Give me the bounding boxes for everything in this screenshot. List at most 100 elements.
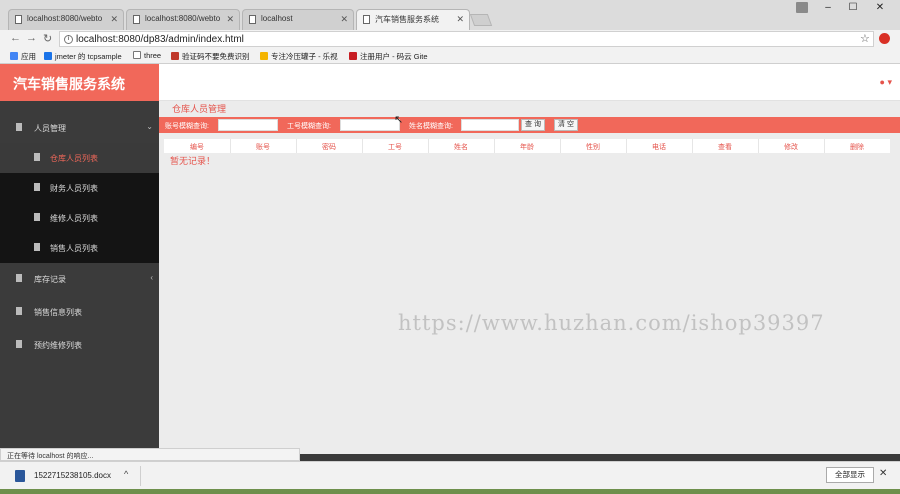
file-icon bbox=[34, 153, 40, 161]
address-toolbar: ← → ↻ i localhost:8080/dp83/admin/index.… bbox=[0, 30, 900, 48]
tab-label: localhost bbox=[261, 14, 293, 23]
column-header: 姓名 bbox=[454, 144, 468, 151]
file-icon bbox=[16, 340, 22, 348]
page-icon bbox=[363, 15, 370, 24]
search-button[interactable]: 查 询 bbox=[521, 119, 545, 131]
column-header: 工号 bbox=[388, 144, 402, 151]
bookmark-label: 专注冷压罐子 - 乐视 bbox=[271, 52, 338, 61]
sidebar-item-label: 人员管理 bbox=[34, 124, 66, 133]
divider bbox=[140, 466, 141, 486]
bookmark-label: three bbox=[144, 51, 162, 60]
maximize-icon[interactable]: ☐ bbox=[845, 2, 861, 16]
column-header: 账号 bbox=[256, 144, 270, 151]
sidebar-item-sales-staff[interactable]: 销售人员列表 bbox=[0, 233, 159, 263]
empty-state-text: 暂无记录！ bbox=[170, 156, 216, 166]
chevron-left-icon: ‹ bbox=[150, 273, 153, 282]
bookmark-label: 注册用户 - 码云 Gite bbox=[360, 52, 428, 61]
url-field[interactable]: i localhost:8080/dp83/admin/index.html bbox=[59, 31, 874, 47]
bookmark-item[interactable]: 注册用户 - 码云 Gite bbox=[349, 51, 428, 62]
file-icon bbox=[16, 307, 22, 315]
filter-bar: 账号模糊查询: 工号模糊查询: 姓名模糊查询: 查 询 清 空 bbox=[159, 117, 900, 133]
download-shelf: 1522715238105.docx ^ 全部显示 ✕ bbox=[0, 461, 900, 489]
profile-icon[interactable] bbox=[796, 2, 808, 13]
sidebar-item-inventory[interactable]: 库存记录 ‹ bbox=[0, 264, 159, 294]
tab-label: 汽车销售服务系统 bbox=[375, 15, 439, 24]
tab-label: localhost:8080/webto bbox=[27, 14, 103, 23]
bookmark-label: 验证码不要免费识别 bbox=[182, 52, 250, 61]
sidebar-item-finance-staff[interactable]: 财务人员列表 bbox=[0, 173, 159, 203]
close-icon[interactable]: ✕ bbox=[879, 468, 887, 479]
page-icon bbox=[133, 15, 140, 24]
watermark-text: https://www.huzhan.com/ishop39397 bbox=[398, 311, 825, 335]
url-text: localhost:8080/dp83/admin/index.html bbox=[76, 34, 244, 45]
minimize-icon[interactable]: – bbox=[820, 2, 836, 16]
user-menu-icon[interactable]: ● ▾ bbox=[880, 77, 892, 88]
sidebar-item-repair-staff[interactable]: 维修人员列表 bbox=[0, 203, 159, 233]
file-icon bbox=[34, 213, 40, 221]
column-header: 年龄 bbox=[520, 144, 534, 151]
info-icon[interactable]: i bbox=[64, 35, 73, 44]
table-header: 编号 账号 密码 工号 姓名 年龄 性别 电话 查看 修改 删除 bbox=[164, 139, 890, 153]
app-viewport: 汽车销售服务系统 ● ▾ 人员管理 ⌄ 仓库人员列表 财务人员列表 维修人员列表… bbox=[0, 64, 900, 454]
bookmarks-bar: 应用 jmeter 的 tcpsample three 验证码不要免费识别 专注… bbox=[0, 48, 900, 64]
chevron-up-icon[interactable]: ^ bbox=[124, 469, 128, 479]
bookmark-label: 应用 bbox=[21, 52, 36, 61]
sidebar-item-label: 库存记录 bbox=[34, 275, 66, 284]
sidebar-item-label: 销售信息列表 bbox=[34, 308, 82, 317]
site-icon bbox=[171, 52, 179, 60]
sidebar-item-label: 仓库人员列表 bbox=[50, 154, 98, 163]
bookmark-item[interactable]: three bbox=[133, 51, 161, 60]
sidebar-group-staff[interactable]: 人员管理 ⌄ bbox=[0, 113, 159, 143]
file-icon bbox=[16, 123, 22, 131]
gitee-icon bbox=[349, 52, 357, 60]
close-icon[interactable]: ✕ bbox=[226, 14, 234, 25]
tab-label: localhost:8080/webto bbox=[145, 14, 221, 23]
column-header: 性别 bbox=[586, 144, 600, 151]
bookmark-star-icon[interactable]: ☆ bbox=[860, 32, 870, 45]
file-icon bbox=[34, 183, 40, 191]
bookmark-item[interactable]: 验证码不要免费识别 bbox=[171, 51, 250, 62]
brand-title: 汽车销售服务系统 bbox=[0, 64, 159, 101]
browser-tab-3[interactable]: localhost ✕ bbox=[242, 9, 354, 30]
close-icon[interactable]: ✕ bbox=[340, 14, 348, 25]
account-filter-input[interactable] bbox=[218, 119, 278, 131]
browser-tab-active[interactable]: 汽车销售服务系统 ✕ bbox=[356, 9, 470, 30]
column-header: 电话 bbox=[652, 144, 666, 151]
site-icon bbox=[260, 52, 268, 60]
show-all-downloads-button[interactable]: 全部显示 bbox=[826, 467, 874, 483]
forward-icon[interactable]: → bbox=[26, 32, 37, 44]
clear-button[interactable]: 清 空 bbox=[554, 119, 578, 131]
browser-tab-2[interactable]: localhost:8080/webto ✕ bbox=[126, 9, 240, 30]
bookmark-item[interactable]: 专注冷压罐子 - 乐视 bbox=[260, 51, 338, 62]
mouse-cursor-icon: ↖ bbox=[394, 114, 404, 126]
column-header: 编号 bbox=[190, 144, 204, 151]
sidebar-item-warehouse-staff[interactable]: 仓库人员列表 bbox=[0, 143, 159, 173]
file-icon bbox=[16, 274, 22, 282]
window-close-icon[interactable]: ✕ bbox=[872, 2, 888, 16]
sidebar-item-repair-booking[interactable]: 预约维修列表 bbox=[0, 330, 159, 360]
jobno-filter-input[interactable] bbox=[340, 119, 400, 131]
new-tab-button[interactable] bbox=[469, 14, 493, 26]
chevron-down-icon: ⌄ bbox=[146, 122, 153, 131]
panel-title: 仓库人员管理 bbox=[172, 104, 227, 114]
page-icon bbox=[133, 51, 141, 59]
shield-icon bbox=[44, 52, 52, 60]
top-header: ● ▾ bbox=[159, 64, 900, 101]
account-filter-label: 账号模糊查询: bbox=[165, 123, 209, 130]
reload-icon[interactable]: ↻ bbox=[43, 32, 52, 45]
back-icon[interactable]: ← bbox=[10, 32, 21, 44]
jobno-filter-label: 工号模糊查询: bbox=[287, 123, 331, 130]
download-file-name[interactable]: 1522715238105.docx bbox=[34, 471, 111, 480]
extension-icon[interactable] bbox=[879, 33, 890, 44]
name-filter-input[interactable] bbox=[461, 119, 519, 131]
page-icon bbox=[249, 15, 256, 24]
close-icon[interactable]: ✕ bbox=[456, 14, 464, 25]
sidebar-item-label: 财务人员列表 bbox=[50, 184, 98, 193]
browser-tab-1[interactable]: localhost:8080/webto ✕ bbox=[8, 9, 124, 30]
column-header: 删除 bbox=[850, 144, 864, 151]
close-icon[interactable]: ✕ bbox=[110, 14, 118, 25]
sidebar-item-label: 预约维修列表 bbox=[34, 341, 82, 350]
bookmark-item[interactable]: jmeter 的 tcpsample bbox=[44, 51, 122, 62]
bookmark-apps[interactable]: 应用 bbox=[10, 51, 36, 62]
sidebar-item-sales-info[interactable]: 销售信息列表 bbox=[0, 297, 159, 327]
